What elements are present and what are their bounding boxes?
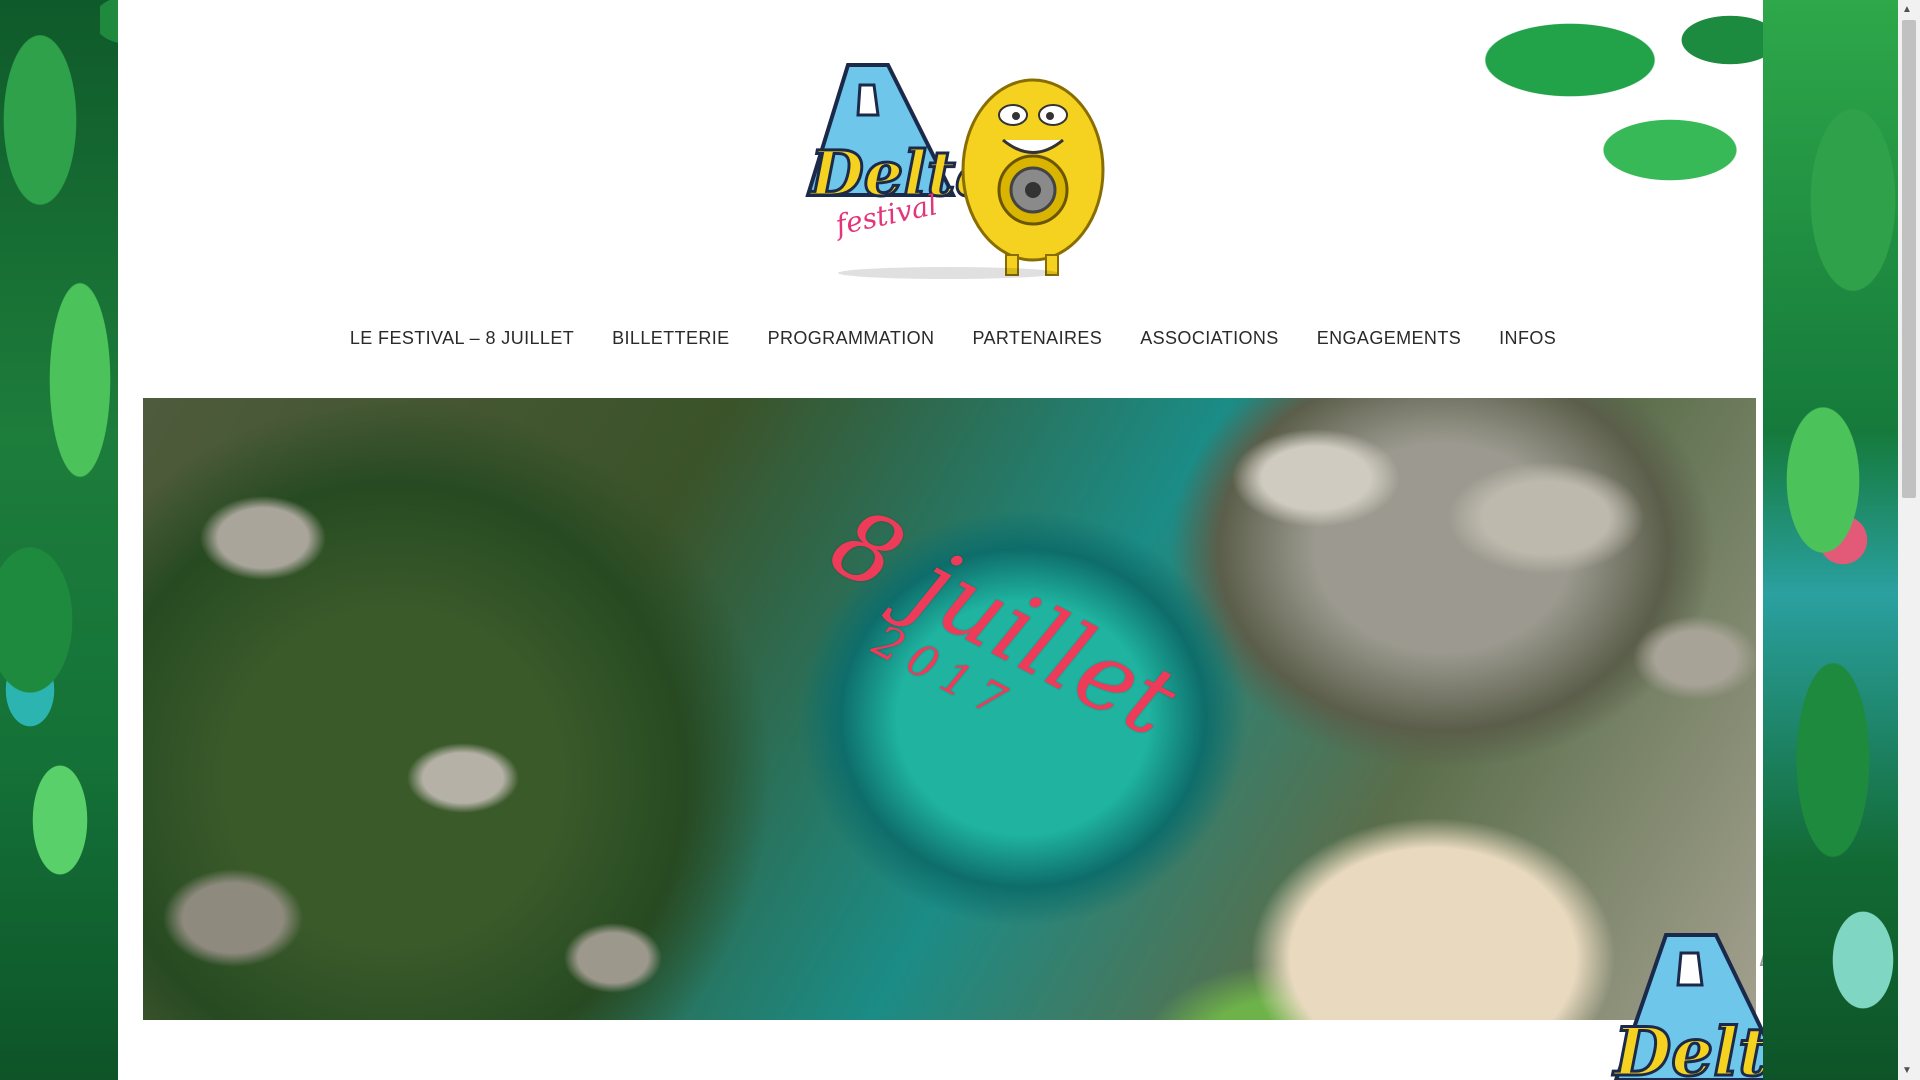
scroll-up-icon[interactable]: ▲: [1902, 4, 1912, 15]
nav-item-engagements[interactable]: ENGAGEMENTS: [1317, 328, 1461, 349]
nav-item-infos[interactable]: INFOS: [1499, 328, 1556, 349]
vertical-scrollbar[interactable]: ▲ ▼: [1898, 0, 1920, 1080]
hero-banner[interactable]: 8 juillet 2017: [143, 398, 1756, 1020]
hero-cliffs-left: [143, 398, 703, 1020]
jungle-left-decoration: [0, 0, 118, 1080]
hero-cliffs-right: [1116, 398, 1756, 718]
main-navigation: LE FESTIVAL – 8 JUILLET BILLETTERIE PROG…: [118, 328, 1788, 349]
leaf-decoration-top-right: [1450, 0, 1780, 240]
delta-festival-logo[interactable]: Delta festival: [778, 45, 1118, 280]
jungle-right-decoration: [1763, 0, 1898, 1080]
nav-item-billetterie[interactable]: BILLETTERIE: [612, 328, 729, 349]
scrollbar-thumb[interactable]: [1902, 20, 1916, 498]
nav-item-le-festival[interactable]: LE FESTIVAL – 8 JUILLET: [350, 328, 574, 349]
nav-item-partenaires[interactable]: PARTENAIRES: [972, 328, 1102, 349]
nav-item-associations[interactable]: ASSOCIATIONS: [1140, 328, 1279, 349]
scroll-down-icon[interactable]: ▼: [1902, 1065, 1912, 1076]
nav-item-programmation[interactable]: PROGRAMMATION: [768, 328, 935, 349]
